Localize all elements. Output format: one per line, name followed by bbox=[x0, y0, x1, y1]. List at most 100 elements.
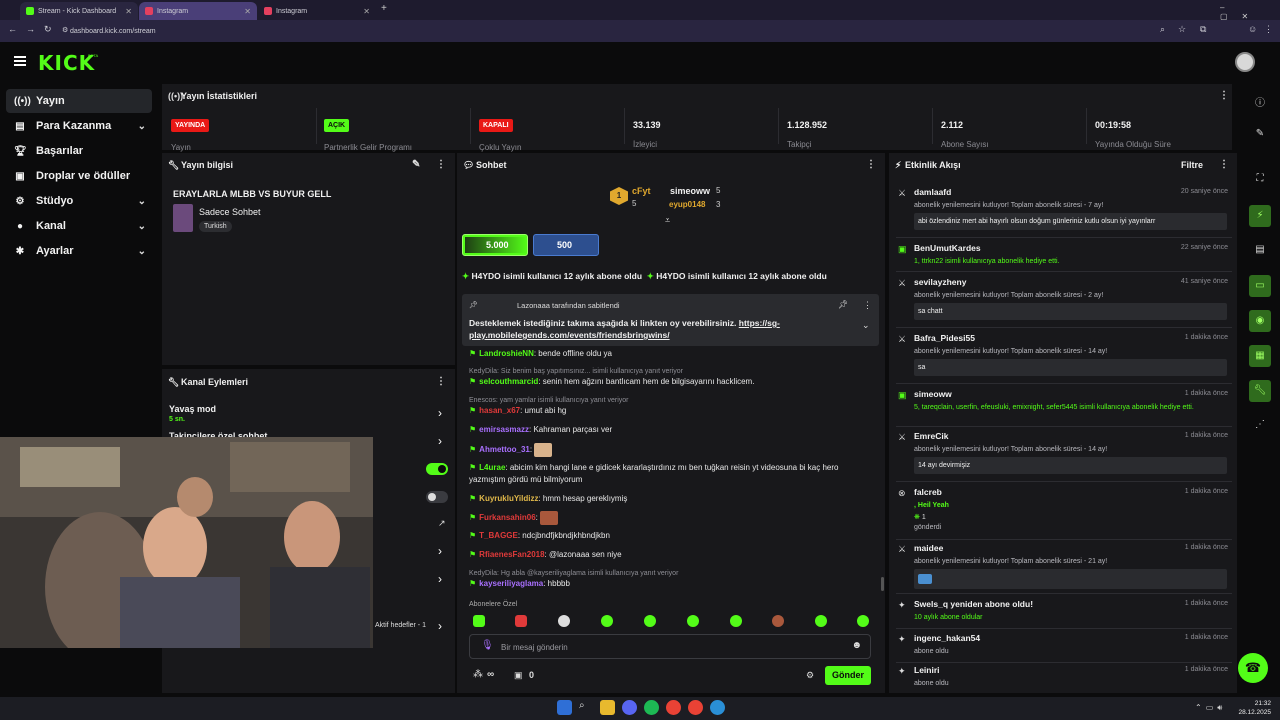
chat-message[interactable]: ⚑ LandroshieNN: bende offline oldu ya bbox=[469, 348, 869, 360]
wrench-icon[interactable]: 🔧︎ bbox=[1249, 380, 1271, 402]
stats-menu-icon[interactable]: ⋮ bbox=[1219, 90, 1229, 101]
file-explorer-icon[interactable] bbox=[600, 700, 615, 715]
list-icon[interactable]: ▤ bbox=[1252, 244, 1268, 260]
browser-menu-icon[interactable]: ⋮ bbox=[1264, 24, 1273, 35]
emote[interactable] bbox=[558, 615, 570, 627]
chat-menu-icon[interactable]: ⋮ bbox=[866, 159, 876, 170]
browser-tab-active[interactable]: Instagram ✕ bbox=[139, 2, 257, 20]
actions-menu-icon[interactable]: ⋮ bbox=[436, 376, 446, 387]
window-controls[interactable]: –▢✕ bbox=[1220, 3, 1280, 21]
fullscreen-icon[interactable]: ⛶ bbox=[1252, 173, 1268, 189]
chat-username[interactable]: KuyrukluYildizz bbox=[479, 494, 538, 503]
activity-name[interactable]: simeoww bbox=[914, 389, 952, 399]
emoji-icon[interactable]: ☻ bbox=[851, 640, 862, 651]
chat-message[interactable]: ⚑ KuyrukluYildizz: hmm hesap gereklıymiş bbox=[469, 493, 869, 505]
chat-username[interactable]: RfiaenesFan2018 bbox=[479, 550, 544, 559]
avatar[interactable] bbox=[1235, 52, 1255, 72]
chat-input[interactable]: 🎙︎ Bir mesaj gönderin ☻ bbox=[469, 634, 871, 659]
activity-name[interactable]: BenUmutKardes bbox=[914, 243, 981, 253]
activity-name[interactable]: falcreb bbox=[914, 487, 942, 497]
collapse-icon[interactable]: ⩡ bbox=[665, 215, 670, 226]
mic-icon[interactable]: 🎙︎ bbox=[481, 640, 494, 651]
chevron-right-icon[interactable]: › bbox=[438, 619, 442, 633]
language-tag[interactable]: Turkish bbox=[199, 221, 232, 232]
toggle-on[interactable] bbox=[426, 463, 448, 475]
nav-item-kanal[interactable]: ● Kanal ⌄ bbox=[6, 214, 152, 238]
emote[interactable] bbox=[730, 615, 742, 627]
reload-icon[interactable]: ↻ bbox=[44, 24, 52, 35]
activity-name[interactable]: sevilayzheny bbox=[914, 277, 966, 287]
nav-item-ayarlar[interactable]: ✱ Ayarlar ⌄ bbox=[6, 239, 152, 263]
hamburger-menu-icon[interactable] bbox=[14, 56, 26, 66]
activity-name[interactable]: maidee bbox=[914, 543, 943, 553]
chat-username[interactable]: Furkansahin06 bbox=[479, 513, 535, 522]
close-icon[interactable]: ✕ bbox=[244, 7, 251, 16]
emote[interactable] bbox=[473, 615, 485, 627]
goal-card-2[interactable]: 500 bbox=[533, 234, 599, 256]
search-icon[interactable]: ⌕ bbox=[579, 700, 594, 715]
chrome-icon-2[interactable] bbox=[688, 700, 703, 715]
nav-item-yayin[interactable]: ((•)) Yayın bbox=[6, 89, 152, 113]
activity-name[interactable]: damlaafd bbox=[914, 187, 951, 197]
emote[interactable] bbox=[857, 615, 869, 627]
nav-item-droplar[interactable]: ▣ Droplar ve ödüller bbox=[6, 164, 152, 188]
emote[interactable] bbox=[644, 615, 656, 627]
browser-tab[interactable]: Instagram ✕ bbox=[258, 2, 376, 20]
broadcast-icon[interactable]: ◉ bbox=[1249, 310, 1271, 332]
chat-icon[interactable]: ▭ bbox=[1249, 275, 1271, 297]
profile-icon[interactable]: ☺ bbox=[1248, 24, 1257, 34]
chevron-down-icon[interactable]: ⌄ bbox=[862, 320, 870, 331]
layout-icon[interactable]: ▦ bbox=[1249, 345, 1271, 367]
chat-message[interactable]: ⚑ Furkansahin06: bbox=[469, 511, 869, 525]
nav-item-basarilar[interactable]: 🏆︎ Başarılar bbox=[6, 139, 152, 163]
chat-message[interactable]: ⚑ kayseriliyaglama: hbbbb bbox=[469, 578, 869, 590]
category-name[interactable]: Sadece Sohbet bbox=[199, 207, 261, 217]
top-gifter-3[interactable]: eyup0148 bbox=[669, 200, 705, 209]
emote[interactable] bbox=[687, 615, 699, 627]
chat-username[interactable]: Ahmettoo_31 bbox=[479, 445, 530, 454]
chat-username[interactable]: hasan_x67 bbox=[479, 406, 520, 415]
chat-message[interactable]: ⚑ L4urae: abicim kim hangi lane e gidicek… bbox=[469, 462, 869, 486]
gift-icon[interactable]: ▣ bbox=[514, 670, 523, 681]
close-icon[interactable]: ✕ bbox=[125, 7, 132, 16]
back-icon[interactable]: ← bbox=[8, 24, 17, 34]
chat-message[interactable]: ⚑ Ahmettoo_31: bbox=[469, 443, 869, 457]
steam-icon[interactable] bbox=[710, 700, 725, 715]
browser-tab[interactable]: Stream - Kick Dashboard ✕ bbox=[20, 2, 138, 20]
pencil-icon[interactable]: ✎ bbox=[1252, 128, 1268, 144]
support-button[interactable]: ☎ bbox=[1238, 653, 1268, 683]
url-field[interactable]: dashboard.kick.com/stream bbox=[70, 24, 1130, 39]
chat-settings-icon[interactable]: ⚙ bbox=[806, 670, 814, 681]
extensions-icon[interactable]: ⧉ bbox=[1200, 24, 1206, 35]
new-tab-icon[interactable]: + bbox=[381, 3, 387, 14]
chat-username[interactable]: LandroshieNN bbox=[479, 349, 534, 358]
bolt-icon[interactable]: ⚡︎ bbox=[1249, 205, 1271, 227]
chevron-right-icon[interactable]: › bbox=[438, 406, 442, 420]
clock-date[interactable]: 28.12.2025 bbox=[1238, 709, 1271, 716]
chat-scrollbar[interactable] bbox=[881, 577, 884, 591]
system-tray-icons[interactable]: ⌃▭🔊︎ bbox=[1195, 703, 1226, 713]
top-gifter-1[interactable]: cFyt bbox=[632, 186, 651, 196]
chat-message[interactable]: ⚑ RfiaenesFan2018: @lazonaaa sen niye bbox=[469, 549, 869, 561]
chat-username[interactable]: L4urae bbox=[479, 463, 505, 472]
zoom-icon[interactable]: ⌕ bbox=[1160, 24, 1165, 35]
chat-message[interactable]: ⚑ emirsasmazz: Kahraman parçası ver bbox=[469, 424, 869, 436]
goal-card-1[interactable]: 5.000 bbox=[462, 234, 528, 256]
points-icon[interactable]: ⁂ bbox=[473, 669, 483, 680]
chat-username[interactable]: emirsasmazz bbox=[479, 425, 529, 434]
activity-menu-icon[interactable]: ⋮ bbox=[1219, 159, 1229, 170]
site-info-icon[interactable]: ⚙ bbox=[62, 26, 68, 34]
info-icon[interactable]: ⓘ bbox=[1252, 94, 1268, 110]
chat-message[interactable]: ⚑ T_BAGGE: ndcjbndfjkbndjkhbndjkbn bbox=[469, 530, 869, 542]
activity-name[interactable]: ingenc_hakan54 bbox=[914, 633, 980, 643]
forward-icon[interactable]: → bbox=[26, 24, 35, 34]
send-button[interactable]: Gönder bbox=[825, 666, 871, 685]
chat-username[interactable]: selcouthmarcid bbox=[479, 377, 538, 386]
windows-start-icon[interactable] bbox=[557, 700, 572, 715]
activity-name[interactable]: Swels_q yeniden abone oldu! bbox=[914, 599, 1033, 609]
activity-name[interactable]: EmreCik bbox=[914, 431, 949, 441]
activity-name[interactable]: Bafra_Pidesi55 bbox=[914, 333, 975, 343]
chat-username[interactable]: kayseriliyaglama bbox=[479, 579, 543, 588]
pinned-menu-icon[interactable]: ⋮ bbox=[863, 300, 872, 311]
chat-username[interactable]: T_BAGGE bbox=[479, 531, 518, 540]
